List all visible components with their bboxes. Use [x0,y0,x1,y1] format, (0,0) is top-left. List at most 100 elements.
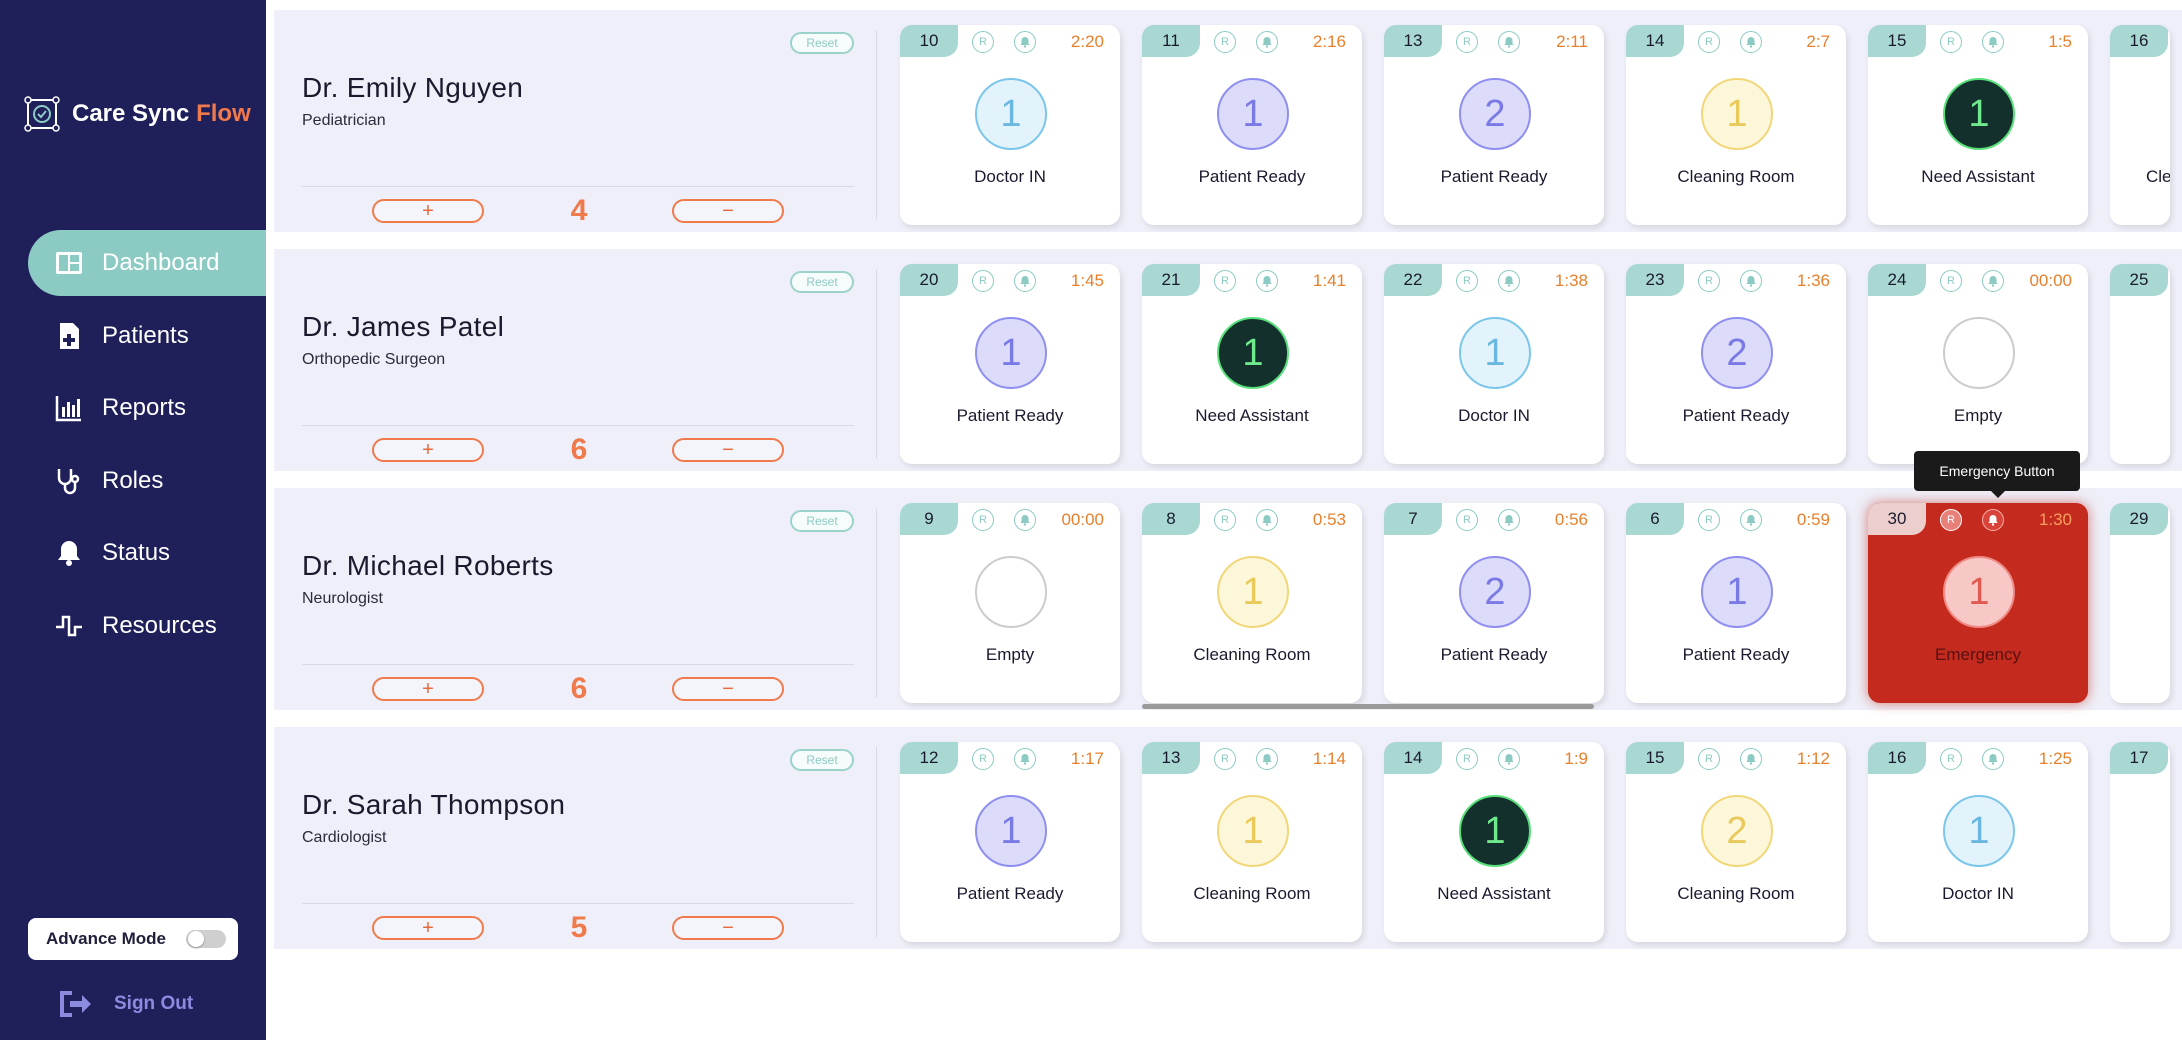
room-card-20[interactable]: 20 R 1:45 1 Patient Ready [900,264,1120,464]
increase-rooms-button[interactable]: + [372,916,484,940]
emergency-bell-icon[interactable] [1498,31,1520,53]
patient-count-circle[interactable]: 1 [1217,556,1289,628]
room-card-25[interactable]: 25 [2110,264,2170,464]
reset-button[interactable]: Reset [790,32,854,54]
room-card-15[interactable]: 15 R 1:5 1 Need Assistant [1868,25,2088,225]
patient-count-circle[interactable]: 2 [1459,78,1531,150]
increase-rooms-button[interactable]: + [372,677,484,701]
r-icon[interactable]: R [972,270,994,292]
horizontal-scrollbar[interactable] [1142,704,1594,709]
sign-out-button[interactable]: Sign Out [56,987,193,1021]
emergency-bell-icon[interactable] [1498,509,1520,531]
patient-count-circle[interactable]: 1 [1217,317,1289,389]
patient-count-circle[interactable]: 1 [1217,795,1289,867]
emergency-bell-icon[interactable] [1256,748,1278,770]
emergency-bell-icon[interactable] [1982,270,2004,292]
decrease-rooms-button[interactable]: − [672,438,784,462]
patient-count-circle[interactable]: 1 [1943,78,2015,150]
room-card-29[interactable]: 29 [2110,503,2170,703]
sidebar-item-reports[interactable]: Reports [28,375,266,441]
room-card-23[interactable]: 23 R 1:36 2 Patient Ready [1626,264,1846,464]
emergency-bell-icon[interactable] [1982,31,2004,53]
patient-count-circle[interactable]: 1 [1459,317,1531,389]
patient-count-circle[interactable]: 2 [1701,317,1773,389]
emergency-bell-icon[interactable] [1982,748,2004,770]
increase-rooms-button[interactable]: + [372,438,484,462]
sidebar-item-roles[interactable]: Roles [28,448,266,514]
r-icon[interactable]: R [1940,31,1962,53]
room-card-21[interactable]: 21 R 1:41 1 Need Assistant [1142,264,1362,464]
emergency-bell-icon[interactable] [1014,509,1036,531]
patient-count-circle[interactable]: 1 [1701,556,1773,628]
patient-count-circle[interactable] [975,556,1047,628]
patient-count-circle[interactable]: 1 [1943,795,2015,867]
emergency-bell-icon[interactable] [1498,270,1520,292]
sidebar-item-resources[interactable]: Resources [28,593,266,659]
patient-count-circle[interactable]: 1 [1943,556,2015,628]
r-icon[interactable]: R [1940,270,1962,292]
r-icon[interactable]: R [1456,748,1478,770]
patient-count-circle[interactable]: 1 [1701,78,1773,150]
r-icon[interactable]: R [1698,509,1720,531]
emergency-bell-icon[interactable] [1014,31,1036,53]
r-icon[interactable]: R [972,31,994,53]
reset-button[interactable]: Reset [790,749,854,771]
patient-count-circle[interactable]: 1 [975,78,1047,150]
room-card-7[interactable]: 7 R 0:56 2 Patient Ready [1384,503,1604,703]
decrease-rooms-button[interactable]: − [672,677,784,701]
emergency-bell-icon[interactable] [1014,270,1036,292]
patient-count-circle[interactable]: 1 [975,795,1047,867]
r-icon[interactable]: R [1698,31,1720,53]
room-card-13[interactable]: 13 R 2:11 2 Patient Ready [1384,25,1604,225]
emergency-bell-icon[interactable] [1982,509,2004,531]
reset-button[interactable]: Reset [790,510,854,532]
emergency-bell-icon[interactable] [1740,270,1762,292]
room-card-15[interactable]: 15 R 1:12 2 Cleaning Room [1626,742,1846,942]
room-card-9[interactable]: 9 R 00:00 Empty [900,503,1120,703]
room-card-10[interactable]: 10 R 2:20 1 Doctor IN [900,25,1120,225]
reset-button[interactable]: Reset [790,271,854,293]
emergency-bell-icon[interactable] [1256,31,1278,53]
r-icon[interactable]: R [972,509,994,531]
r-icon[interactable]: R [1698,748,1720,770]
patient-count-circle[interactable]: 2 [1701,795,1773,867]
room-card-13[interactable]: 13 R 1:14 1 Cleaning Room [1142,742,1362,942]
room-card-17[interactable]: 17 [2110,742,2170,942]
room-card-14[interactable]: 14 R 2:7 1 Cleaning Room [1626,25,1846,225]
emergency-bell-icon[interactable] [1740,31,1762,53]
emergency-bell-icon[interactable] [1256,270,1278,292]
room-card-24[interactable]: 24 R 00:00 Empty [1868,264,2088,464]
r-icon[interactable]: R [1456,31,1478,53]
room-card-16[interactable]: 16 R 1:25 1 Doctor IN [1868,742,2088,942]
r-icon[interactable]: R [1214,509,1236,531]
r-icon[interactable]: R [1214,31,1236,53]
room-card-11[interactable]: 11 R 2:16 1 Patient Ready [1142,25,1362,225]
emergency-bell-icon[interactable] [1498,748,1520,770]
sidebar-item-patients[interactable]: Patients [28,303,266,369]
sidebar-item-status[interactable]: Status [28,520,266,586]
patient-count-circle[interactable]: 1 [1459,795,1531,867]
decrease-rooms-button[interactable]: − [672,199,784,223]
room-card-14[interactable]: 14 R 1:9 1 Need Assistant [1384,742,1604,942]
patient-count-circle[interactable]: 1 [975,317,1047,389]
emergency-bell-icon[interactable] [1256,509,1278,531]
emergency-bell-icon[interactable] [1014,748,1036,770]
room-card-8[interactable]: 8 R 0:53 1 Cleaning Room [1142,503,1362,703]
room-card-22[interactable]: 22 R 1:38 1 Doctor IN [1384,264,1604,464]
emergency-bell-icon[interactable] [1740,509,1762,531]
r-icon[interactable]: R [1940,748,1962,770]
r-icon[interactable]: R [1698,270,1720,292]
room-card-12[interactable]: 12 R 1:17 1 Patient Ready [900,742,1120,942]
r-icon[interactable]: R [1456,270,1478,292]
decrease-rooms-button[interactable]: − [672,916,784,940]
patient-count-circle[interactable] [1943,317,2015,389]
r-icon[interactable]: R [1214,748,1236,770]
r-icon[interactable]: R [1456,509,1478,531]
sidebar-item-dashboard[interactable]: Dashboard [28,230,266,296]
r-icon[interactable]: R [1940,509,1962,531]
r-icon[interactable]: R [1214,270,1236,292]
advance-mode-toggle[interactable] [186,930,226,948]
room-card-6[interactable]: 6 R 0:59 1 Patient Ready [1626,503,1846,703]
increase-rooms-button[interactable]: + [372,199,484,223]
patient-count-circle[interactable]: 2 [1459,556,1531,628]
